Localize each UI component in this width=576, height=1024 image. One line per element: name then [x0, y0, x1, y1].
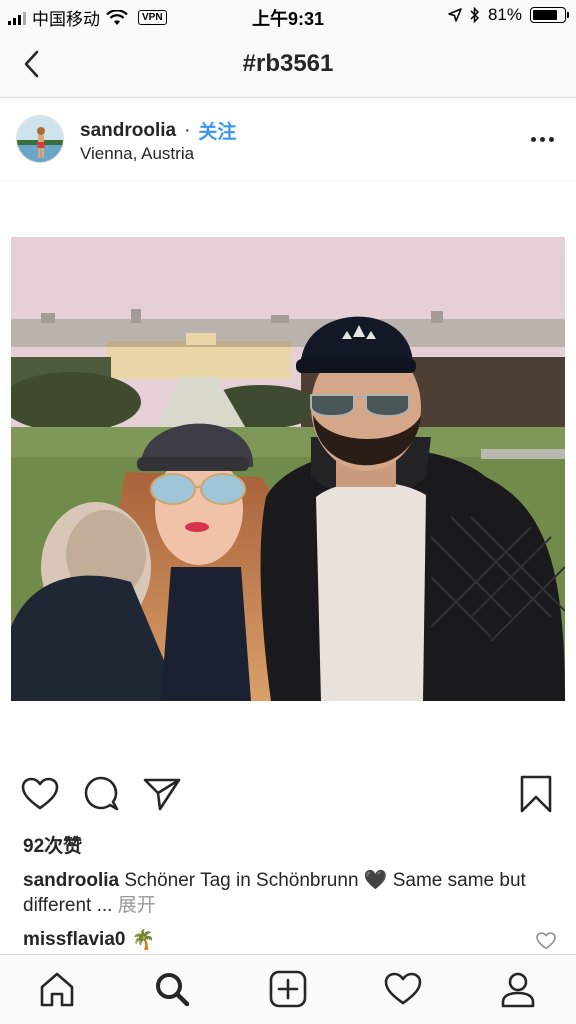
battery-icon	[530, 7, 569, 23]
post-username[interactable]: sandroolia	[80, 120, 176, 142]
heart-icon	[384, 972, 422, 1005]
username-line: sandroolia · 关注	[80, 117, 236, 144]
battery-percent: 81%	[487, 5, 522, 24]
post-caption: sandroolia Schöner Tag in Schönbrunn 🖤 S…	[23, 868, 543, 918]
add-post-icon	[269, 970, 307, 1008]
comment-like-button[interactable]	[536, 932, 556, 952]
tab-profile[interactable]	[496, 967, 540, 1011]
separator-dot: ·	[184, 119, 191, 141]
tab-home[interactable]	[35, 967, 79, 1011]
bluetooth-icon	[470, 7, 480, 23]
location-arrow-icon	[448, 8, 462, 22]
nav-header: #rb3561	[0, 32, 576, 98]
heart-icon	[536, 932, 556, 950]
search-icon	[156, 973, 190, 1007]
post-photo[interactable]	[11, 237, 565, 701]
comment-button[interactable]	[82, 774, 122, 814]
dot-icon	[548, 136, 554, 142]
comment-username[interactable]: missflavia0	[23, 929, 125, 951]
home-icon	[40, 972, 74, 1007]
share-button[interactable]	[142, 774, 182, 814]
post-actions	[0, 770, 576, 820]
profile-icon	[501, 972, 535, 1008]
status-right: 81%	[448, 5, 569, 25]
comment-row: missflavia0 🌴	[23, 928, 155, 952]
caption-username[interactable]: sandroolia	[23, 870, 119, 891]
comment-emoji: 🌴	[131, 930, 156, 951]
page-title: #rb3561	[242, 50, 334, 77]
send-icon	[143, 778, 181, 811]
bookmark-icon	[520, 775, 552, 813]
like-count[interactable]: 92次赞	[23, 831, 82, 858]
tab-activity[interactable]	[381, 967, 425, 1011]
bottom-tab-bar	[0, 954, 576, 1024]
save-button[interactable]	[516, 774, 556, 814]
avatar[interactable]	[16, 115, 64, 163]
dot-icon	[530, 136, 536, 142]
battery-fill	[533, 10, 558, 20]
heart-icon	[21, 777, 59, 810]
post-header: sandroolia · 关注 Vienna, Austria	[0, 99, 576, 181]
like-button[interactable]	[20, 774, 60, 814]
more-options-button[interactable]	[526, 127, 558, 151]
comment-icon	[84, 776, 119, 811]
follow-button[interactable]: 关注	[198, 117, 236, 144]
photo-image	[11, 237, 565, 701]
status-bar: 中国移动 VPN 上午9:31 81%	[0, 0, 576, 32]
expand-caption-button[interactable]: 展开	[118, 895, 156, 916]
tab-search[interactable]	[150, 967, 194, 1011]
dot-icon	[539, 136, 545, 142]
post-location[interactable]: Vienna, Austria	[80, 144, 194, 164]
tab-add-post[interactable]	[266, 967, 310, 1011]
